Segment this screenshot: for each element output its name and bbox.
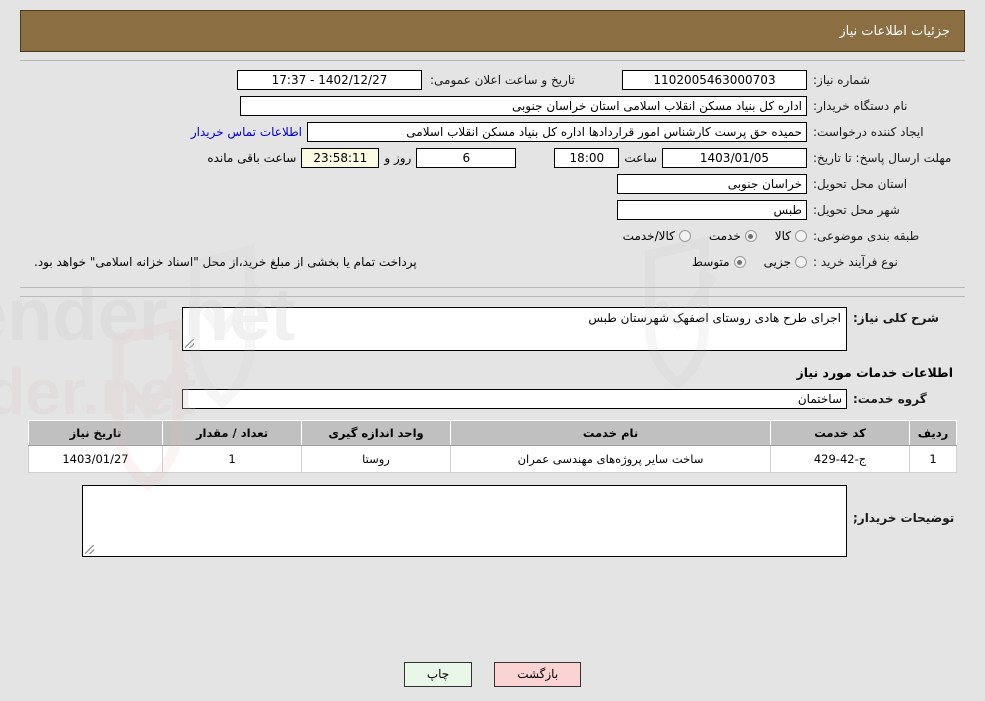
row-creator: ایجاد کننده درخواست: حمیده حق پرست کارشن… (28, 121, 957, 143)
row-process-type: نوع فرآیند خرید : جزیی متوسط پرداخت تمام… (28, 251, 957, 273)
process-label: نوع فرآیند خرید : (813, 255, 898, 269)
radio-khedmat-label: خدمت (708, 229, 741, 243)
process-option-motevaset[interactable]: متوسط (692, 255, 746, 269)
th-service-code: کد خدمت (770, 420, 910, 446)
row-city: شهر محل تحویل: طبس (28, 199, 957, 221)
buyer-notes-label: توضیحات خریدار; (853, 511, 955, 525)
category-option-khedmat[interactable]: خدمت (709, 229, 757, 243)
row-deadline: مهلت ارسال پاسخ: تا تاریخ: 1403/01/05 سا… (28, 147, 957, 169)
th-unit: واحد اندازه گیری (301, 420, 451, 446)
buyer-contact-link[interactable]: اطلاعات تماس خریدار (186, 125, 307, 139)
payment-note: پرداخت تمام یا بخشی از مبلغ خرید،از محل … (34, 255, 417, 269)
need-summary-panel: شماره نیاز: 1102005463000703 تاریخ و ساع… (20, 60, 965, 288)
cell-row-index: 1 (909, 445, 957, 473)
print-button[interactable]: چاپ (403, 662, 473, 687)
service-group-label: گروه خدمت: (853, 392, 927, 406)
services-section-title: اطلاعات خدمات مورد نیاز (796, 365, 954, 380)
cell-service-code: ج-42-429 (770, 445, 910, 473)
radio-motevaset-label: متوسط (691, 255, 730, 269)
cell-quantity: 1 (162, 445, 302, 473)
need-number-value: 1102005463000703 (622, 70, 807, 90)
row-province: استان محل تحویل: خراسان جنوبی (28, 173, 957, 195)
process-option-jozei[interactable]: جزیی (764, 255, 807, 269)
province-label: استان محل تحویل: (813, 177, 908, 191)
general-desc-label: شرح کلی نیاز: (853, 311, 939, 325)
city-value: طبس (617, 200, 807, 220)
table-row: 1 ج-42-429 ساخت سایر پروژه‌های مهندسی عم… (28, 445, 957, 473)
cell-unit: روستا (301, 445, 451, 473)
need-details-panel: شرح کلی نیاز: اجرای طرح هادی روستای اصفه… (20, 296, 965, 569)
radio-kala-khedmat[interactable] (678, 230, 691, 242)
buyer-notes-textarea[interactable] (82, 485, 847, 557)
deadline-hour-value: 18:00 (554, 148, 620, 168)
service-group-value: ساختمان (182, 389, 847, 409)
radio-jozei[interactable] (795, 256, 807, 268)
remaining-time-suffix: ساعت باقی مانده (207, 151, 297, 165)
back-button[interactable]: بازگشت (494, 662, 582, 687)
category-option-kala[interactable]: کالا (775, 229, 807, 243)
th-row-index: ردیف (909, 420, 957, 446)
row-general-description: شرح کلی نیاز: اجرای طرح هادی روستای اصفه… (28, 307, 957, 351)
cell-service-name: ساخت سایر پروژه‌های مهندسی عمران (450, 445, 771, 473)
radio-kala-khedmat-label: کالا/خدمت (622, 229, 675, 243)
radio-kala[interactable] (795, 230, 807, 242)
th-quantity: تعداد / مقدار (162, 420, 302, 446)
buyer-org-value: اداره کل بنیاد مسکن انقلاب اسلامی استان … (240, 96, 807, 116)
buyer-org-label: نام دستگاه خریدار: (813, 99, 908, 113)
radio-jozei-label: جزیی (763, 255, 791, 269)
creator-label: ایجاد کننده درخواست: (813, 125, 924, 139)
cell-need-date: 1403/01/27 (28, 445, 163, 473)
radio-khedmat[interactable] (744, 230, 757, 242)
deadline-hour-label: ساعت (624, 151, 657, 165)
deadline-label: مهلت ارسال پاسخ: تا تاریخ: (813, 150, 952, 165)
row-need-number: شماره نیاز: 1102005463000703 تاریخ و ساع… (28, 69, 957, 91)
city-label: شهر محل تحویل: (813, 203, 900, 217)
province-value: خراسان جنوبی (617, 174, 807, 194)
radio-kala-label: کالا (774, 229, 791, 243)
announce-datetime-value: 1402/12/27 - 17:37 (237, 70, 422, 90)
announce-datetime-label: تاریخ و ساعت اعلان عمومی: (430, 73, 575, 87)
th-service-name: نام خدمت (450, 420, 771, 446)
row-category: طبقه بندی موضوعی: کالا خدمت کالا/خدمت (28, 225, 957, 247)
page-title: جزئیات اطلاعات نیاز (839, 23, 950, 39)
footer-actions: بازگشت چاپ (0, 662, 985, 687)
th-need-date: تاریخ نیاز (28, 420, 163, 446)
remaining-time-value: 23:58:11 (301, 148, 380, 168)
remaining-days-value: 6 (416, 148, 517, 168)
row-buyer-org: نام دستگاه خریدار: اداره کل بنیاد مسکن ا… (28, 95, 957, 117)
need-number-label: شماره نیاز: (813, 73, 870, 87)
category-option-kala-khedmat[interactable]: کالا/خدمت (623, 229, 691, 243)
row-service-group: گروه خدمت: ساختمان (28, 388, 957, 410)
creator-value: حمیده حق پرست کارشناس امور قراردادها ادا… (307, 122, 807, 142)
row-buyer-notes: توضیحات خریدار; (28, 485, 957, 557)
deadline-date-value: 1403/01/05 (662, 148, 807, 168)
radio-motevaset[interactable] (733, 256, 746, 268)
services-table: ردیف کد خدمت نام خدمت واحد اندازه گیری ت… (28, 420, 957, 473)
table-header-row: ردیف کد خدمت نام خدمت واحد اندازه گیری ت… (28, 420, 957, 446)
category-label: طبقه بندی موضوعی: (813, 229, 920, 243)
page-header: جزئیات اطلاعات نیاز (20, 10, 965, 52)
days-and-label: روز و (384, 151, 412, 165)
general-desc-textarea[interactable]: اجرای طرح هادی روستای اصفهک شهرستان طبس (182, 307, 847, 351)
